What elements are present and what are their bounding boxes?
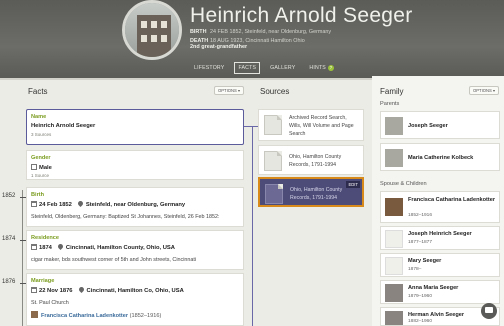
residence-place: Cincinnati, Hamilton County, Ohio, USA xyxy=(65,245,175,251)
hint-badge: ? xyxy=(327,65,334,71)
birth-description: Steinfeld, Oldenberg, Germany: Baptized … xyxy=(31,214,220,220)
family-member-card[interactable]: Francisca Catharina Ladenkotter 1852–191… xyxy=(380,191,500,223)
family-member-name: Mary Seeger xyxy=(408,258,442,264)
gender-fact-card[interactable]: Gender Male 1 Source xyxy=(26,150,244,180)
family-member-dates: 1879–1960 xyxy=(408,294,433,299)
document-icon xyxy=(265,184,283,204)
family-member-dates: 1878– xyxy=(408,267,422,272)
calendar-icon xyxy=(31,201,37,207)
calendar-icon xyxy=(31,244,37,250)
person-photo xyxy=(385,198,403,216)
family-member-card[interactable]: Joseph Heinrich Seeger 1877–1877 xyxy=(380,226,500,250)
birth-event-label: Birth xyxy=(31,192,45,198)
document-icon xyxy=(264,115,282,135)
name-value: Heinrich Arnold Seeger xyxy=(31,123,96,129)
marriage-fact-card[interactable]: Marriage 22 Nov 1876 Cincinnati, Hamilton… xyxy=(26,273,244,326)
tab-hints-label: HINTS xyxy=(309,65,326,71)
family-member-name: Joseph Seeger xyxy=(408,123,448,129)
profile-tabs: LIFESTORY FACTS GALLERY HINTS? xyxy=(190,62,338,74)
feedback-chat-icon[interactable] xyxy=(481,303,497,319)
family-member-name: Maria Catherine Kolbeck xyxy=(408,155,474,161)
person-photo xyxy=(385,311,403,325)
family-member-card[interactable]: Mary Seeger 1878– xyxy=(380,253,500,277)
person-photo xyxy=(385,117,403,135)
source-title: Archived Record Search, Wills, Will Volu… xyxy=(289,115,354,137)
family-member-name: Anna Maria Seeger xyxy=(408,285,459,291)
facts-title: Facts xyxy=(28,87,48,96)
source-link-line xyxy=(252,126,253,326)
family-member-name: Francisca Catharina Ladenkotter xyxy=(408,197,496,203)
source-title: Ohio, Hamilton County Records, 1791-1994 xyxy=(289,154,342,168)
person-silhouette-icon xyxy=(385,257,403,275)
tab-lifestory[interactable]: LIFESTORY xyxy=(190,62,228,74)
birth-date: 24 Feb 1852 xyxy=(39,202,72,208)
profile-photo[interactable] xyxy=(122,0,182,60)
family-member-card[interactable]: Anna Maria Seeger 1879–1960 xyxy=(380,280,500,304)
person-photo xyxy=(385,284,403,302)
source-card[interactable]: Ohio, Hamilton County Records, 1791-1994 xyxy=(258,145,364,175)
residence-fact-card[interactable]: Residence 1874 Cincinnati, Hamilton Count… xyxy=(26,230,244,270)
family-member-name: Joseph Heinrich Seeger xyxy=(408,231,472,237)
document-icon xyxy=(264,151,282,171)
tab-gallery[interactable]: GALLERY xyxy=(266,62,299,74)
person-name: Heinrich Arnold Seeger xyxy=(190,4,413,27)
family-options-button[interactable]: OPTIONS ▾ xyxy=(469,86,500,95)
location-pin-icon xyxy=(76,199,84,208)
parents-heading: Parents xyxy=(380,101,400,107)
edit-button[interactable]: EDIT xyxy=(346,181,360,188)
birth-label: BIRTH xyxy=(190,29,207,35)
source-link-line xyxy=(244,126,258,127)
spouse-children-heading: Spouse & Children xyxy=(380,181,427,187)
spouse-dates: (1852–1916) xyxy=(129,313,162,319)
person-silhouette-icon xyxy=(385,230,403,248)
birth-fact-card[interactable]: Birth 24 Feb 1852 Steinfeld, near Oldenbu… xyxy=(26,187,244,227)
family-member-dates: 1877–1877 xyxy=(408,240,433,245)
calendar-icon xyxy=(31,287,37,293)
family-member-dates: 1852–1916 xyxy=(408,213,433,218)
family-member-card[interactable]: Joseph Seeger xyxy=(380,111,500,139)
gender-value: Male xyxy=(39,165,52,171)
name-label: Name xyxy=(31,114,47,120)
house-image xyxy=(137,15,171,57)
family-member-card[interactable]: Maria Catherine Kolbeck xyxy=(380,143,500,171)
tab-facts[interactable]: FACTS xyxy=(234,62,261,74)
location-pin-icon xyxy=(77,285,85,294)
family-member-name: Herman Alvin Seeger xyxy=(408,312,465,318)
name-fact-card[interactable]: Name Heinrich Arnold Seeger 3 Sources xyxy=(26,109,244,145)
family-title: Family xyxy=(380,87,404,96)
gender-sources: 1 Source xyxy=(31,173,50,178)
timeline-line xyxy=(22,190,23,326)
gender-icon xyxy=(31,164,37,170)
sources-title: Sources xyxy=(260,87,290,96)
facts-options-button[interactable]: OPTIONS ▾ xyxy=(214,86,245,95)
residence-label: Residence xyxy=(31,235,59,241)
source-card[interactable]: Archived Record Search, Wills, Will Volu… xyxy=(258,109,364,141)
spouse-link[interactable]: Francisca Catharina Ladenkotter xyxy=(41,313,128,319)
residence-description: cigar maker, bds southwest corner of 5th… xyxy=(31,257,197,263)
location-pin-icon xyxy=(56,242,64,251)
birth-value: 24 FEB 1852, Steinfeld, near Oldenburg, … xyxy=(210,29,332,35)
person-photo xyxy=(385,149,403,167)
marriage-label: Marriage xyxy=(31,278,55,284)
relationship: 2nd great-grandfather xyxy=(190,44,248,50)
marriage-date: 22 Nov 1876 xyxy=(39,288,73,294)
person-header: Heinrich Arnold Seeger BIRTH 24 FEB 1852,… xyxy=(0,0,504,78)
residence-date: 1874 xyxy=(39,245,52,251)
tab-hints[interactable]: HINTS? xyxy=(305,62,338,74)
source-card-selected[interactable]: Ohio, Hamilton County Records, 1791-1994… xyxy=(258,177,364,207)
birth-place: Steinfeld, near Oldenburg, Germany xyxy=(85,202,186,208)
timeline-year: 1876 xyxy=(2,279,16,285)
timeline-year: 1852 xyxy=(2,193,16,199)
marriage-description: St. Paul Church xyxy=(31,300,69,306)
gender-label: Gender xyxy=(31,155,51,161)
marriage-place: Cincinnati, Hamilton Co, Ohio, USA xyxy=(86,288,184,294)
name-sources: 3 Sources xyxy=(31,132,52,137)
source-title: Ohio, Hamilton County Records, 1791-1994 xyxy=(290,187,343,201)
family-member-dates: 1882–1960 xyxy=(408,319,433,324)
spouse-thumbnail xyxy=(31,311,38,318)
timeline-year: 1874 xyxy=(2,236,16,242)
